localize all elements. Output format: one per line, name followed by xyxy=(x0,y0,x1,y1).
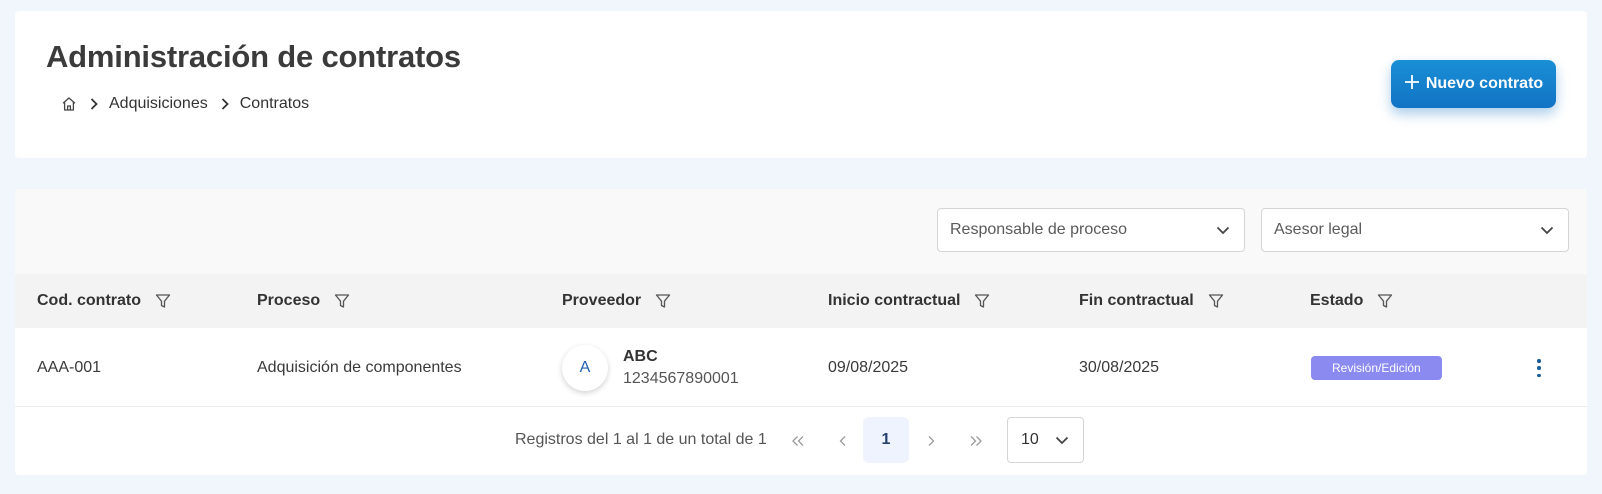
kebab-dot xyxy=(1537,373,1541,377)
pagination-info: Registros del 1 al 1 de un total de 1 xyxy=(515,431,767,448)
next-page-icon[interactable] xyxy=(920,430,942,452)
cell-proceso: Adquisición de componentes xyxy=(257,358,462,376)
column-label: Fin contractual xyxy=(1079,292,1194,309)
filter-icon[interactable] xyxy=(655,293,671,309)
page-size-select[interactable]: 10 xyxy=(1007,417,1084,463)
avatar: A xyxy=(562,344,608,391)
filter-icon[interactable] xyxy=(155,293,171,309)
chevron-down-icon xyxy=(1216,226,1230,235)
page-size-value: 10 xyxy=(1021,431,1039,448)
plus-icon xyxy=(1404,71,1420,95)
contracts-table-card: Responsable de proceso Asesor legal Cod.… xyxy=(15,189,1587,475)
column-label: Proveedor xyxy=(562,292,642,309)
column-label: Estado xyxy=(1310,292,1364,309)
provider-id: 1234567890001 xyxy=(623,369,739,387)
chevron-down-icon xyxy=(1540,226,1554,235)
page-title: Administración de contratos xyxy=(46,39,461,74)
first-page-icon[interactable] xyxy=(787,430,809,452)
status-badge: Revisión/Edición xyxy=(1311,355,1442,380)
column-header-inicio: Inicio contractual xyxy=(828,274,990,328)
column-header-proceso: Proceso xyxy=(257,274,350,328)
asesor-select[interactable]: Asesor legal xyxy=(1261,208,1569,252)
responsable-select[interactable]: Responsable de proceso xyxy=(937,208,1245,252)
column-label: Cod. contrato xyxy=(37,292,141,309)
kebab-dot xyxy=(1537,366,1541,370)
filter-icon[interactable] xyxy=(1208,293,1224,309)
column-header-estado: Estado xyxy=(1310,274,1393,328)
page-header: Administración de contratos Adquisicione… xyxy=(15,11,1587,158)
column-header-proveedor: Proveedor xyxy=(562,274,671,328)
responsable-select-value: Responsable de proceso xyxy=(950,221,1128,238)
cell-codigo: AAA-001 xyxy=(37,358,102,376)
column-header-codigo: Cod. contrato xyxy=(37,274,171,328)
provider-name: ABC xyxy=(623,347,658,365)
column-label: Proceso xyxy=(257,292,321,309)
cell-estado: Revisión/Edición xyxy=(1311,328,1442,407)
chevron-right-icon xyxy=(89,97,99,111)
column-label: Inicio contractual xyxy=(828,292,961,309)
pagination: Registros del 1 al 1 de un total de 1 1 … xyxy=(15,407,1587,475)
new-contract-button[interactable]: Nuevo contrato xyxy=(1391,60,1556,108)
page-button-current[interactable]: 1 xyxy=(863,417,909,463)
table-row[interactable]: AAA-001 Adquisición de componentes A ABC… xyxy=(15,328,1587,407)
filter-bar: Responsable de proceso Asesor legal xyxy=(15,189,1587,274)
provider-info: ABC 1234567890001 xyxy=(623,348,739,388)
prev-page-icon[interactable] xyxy=(832,430,854,452)
breadcrumb: Adquisiciones Contratos xyxy=(61,93,309,115)
column-header-fin: Fin contractual xyxy=(1079,274,1224,328)
row-actions-kebab-icon[interactable] xyxy=(1534,356,1544,380)
kebab-dot xyxy=(1537,359,1541,363)
filter-icon[interactable] xyxy=(334,293,350,309)
last-page-icon[interactable] xyxy=(965,430,987,452)
breadcrumb-item-adquisiciones[interactable]: Adquisiciones xyxy=(109,95,208,113)
cell-fin: 30/08/2025 xyxy=(1079,358,1160,376)
home-icon[interactable] xyxy=(61,96,77,112)
chevron-right-icon xyxy=(220,97,230,111)
filter-icon[interactable] xyxy=(1377,293,1393,309)
filter-icon[interactable] xyxy=(974,293,990,309)
breadcrumb-item-contratos: Contratos xyxy=(239,95,310,112)
chevron-down-icon xyxy=(1055,436,1069,445)
cell-proveedor: A ABC 1234567890001 xyxy=(562,328,739,407)
cell-inicio: 09/08/2025 xyxy=(828,358,909,376)
table-header: Cod. contrato Proceso Proveedor Inicio c… xyxy=(15,274,1587,328)
asesor-select-value: Asesor legal xyxy=(1274,221,1363,238)
new-contract-label: Nuevo contrato xyxy=(1425,75,1544,92)
